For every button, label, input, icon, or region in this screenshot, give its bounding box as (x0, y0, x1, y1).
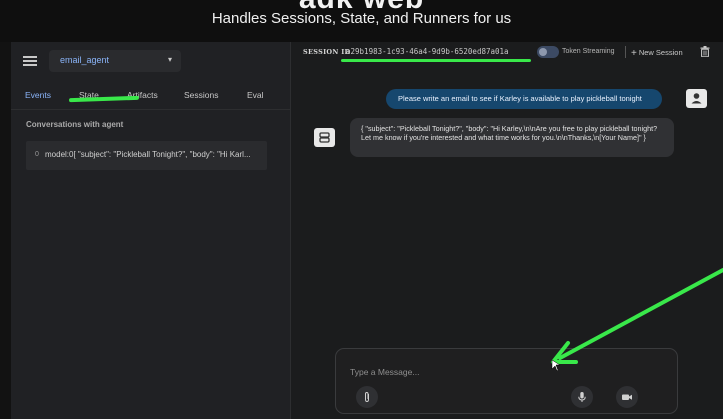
session-bar: SESSION ID a29b1983-1c93-46a4-9d9b-6520e… (292, 42, 723, 62)
attach-button[interactable] (356, 386, 378, 408)
toggle-knob (539, 48, 547, 56)
new-session-button[interactable]: + New Session (631, 47, 683, 59)
microphone-icon (578, 392, 586, 402)
session-id-value: a29b1983-1c93-46a4-9d9b-6520ed87a01a (346, 47, 509, 56)
divider (625, 46, 626, 58)
agent-message-bubble: { "subject": "Pickleball Tonight?", "bod… (350, 118, 674, 157)
token-streaming-label: Token Streaming (562, 48, 615, 55)
message-input[interactable] (350, 365, 650, 379)
paperclip-icon (365, 391, 369, 403)
user-avatar-icon (686, 89, 707, 108)
event-text: model:0[ "subject": "Pickleball Tonight?… (45, 150, 251, 159)
user-message-bubble: Please write an email to see if Karley i… (386, 89, 662, 109)
agent-select-value: email_agent (60, 55, 110, 65)
new-session-label: New Session (638, 48, 683, 57)
banner-subtitle: Handles Sessions, State, and Runners for… (211, 10, 512, 27)
sidebar: email_agent ▾ Events State Artifacts Ses… (11, 42, 291, 419)
message-composer (335, 348, 678, 414)
chevron-down-icon: ▾ (167, 55, 172, 64)
tab-sessions[interactable]: Sessions (184, 90, 219, 100)
agent-message-text: { "subject": "Pickleball Tonight?", "bod… (361, 124, 658, 143)
menu-icon[interactable] (23, 56, 37, 66)
event-list-item[interactable]: 0 model:0[ "subject": "Pickleball Tonigh… (26, 141, 267, 170)
adk-web-app: email_agent ▾ Events State Artifacts Ses… (11, 42, 723, 419)
plus-icon: + (631, 48, 637, 59)
chat-panel: SESSION ID a29b1983-1c93-46a4-9d9b-6520e… (292, 42, 723, 419)
user-message-text: Please write an email to see if Karley i… (398, 94, 642, 103)
event-index: 0 (35, 151, 39, 158)
annotation-underline (341, 59, 531, 62)
trash-icon[interactable] (700, 46, 710, 57)
token-streaming-toggle[interactable] (537, 46, 559, 58)
agent-select[interactable]: email_agent ▾ (49, 50, 181, 72)
conversations-label: Conversations with agent (26, 120, 124, 129)
video-button[interactable] (616, 386, 638, 408)
tab-eval[interactable]: Eval (247, 90, 264, 100)
sidebar-tabs: Events State Artifacts Sessions Eval (11, 82, 291, 110)
video-banner: adk web Handles Sessions, State, and Run… (0, 0, 723, 42)
microphone-button[interactable] (571, 386, 593, 408)
video-camera-icon (622, 394, 632, 400)
tab-events[interactable]: Events (25, 90, 51, 100)
session-id-label: SESSION ID (303, 48, 351, 56)
bot-avatar-icon (314, 128, 335, 147)
